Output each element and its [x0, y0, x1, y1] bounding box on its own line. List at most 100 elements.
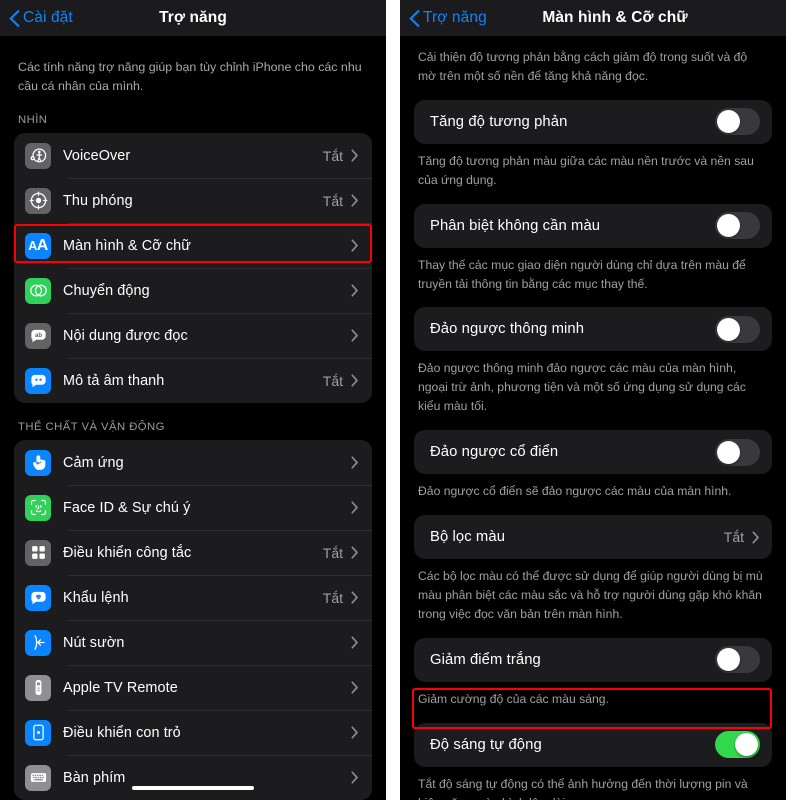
toggle-row-default[interactable]: Đảo ngược cổ điển	[414, 430, 772, 475]
list-item-value: Tắt	[322, 544, 343, 561]
keyboard-icon	[30, 773, 46, 783]
toggle-knob	[717, 214, 740, 238]
audio-description-icon-tile	[25, 367, 51, 394]
row-label: Đảo ngược thông minh	[430, 321, 585, 338]
touch-icon-tile	[25, 449, 51, 476]
chevron-right-icon	[351, 726, 358, 739]
chevron-right-icon	[351, 681, 358, 694]
switch-control-icon	[31, 546, 45, 560]
row-description: Các bộ lọc màu có thể được sử dụng để gi…	[418, 569, 763, 621]
accessibility-intro-text: Các tính năng trợ năng giúp bạn tùy chỉn…	[18, 60, 362, 94]
svg-text:ab: ab	[34, 334, 41, 340]
chevron-left-icon	[9, 9, 20, 27]
touch-icon	[32, 455, 45, 471]
chevron-right-icon	[351, 284, 358, 297]
row-description: Đảo ngược thông minh đảo ngược các màu c…	[418, 361, 746, 414]
back-to-accessibility-button[interactable]: Trợ năng	[409, 9, 487, 27]
settings-card: Cảm ứng Face ID & Sự chú ý Điều khiển công…	[14, 440, 372, 800]
row-label: Đảo ngược cổ điển	[430, 444, 559, 461]
list-item-value: Tắt	[322, 147, 343, 164]
chevron-right-icon	[351, 771, 358, 784]
toggle-row-highlighted[interactable]: Độ sáng tự động	[414, 722, 772, 767]
toggle-knob	[717, 110, 740, 134]
apple-tv-remote-icon	[35, 680, 41, 696]
right-nav-bar: Trợ năng Màn hình & Cỡ chữ	[400, 0, 786, 36]
list-item-default[interactable]: Thu phóng Tắt	[14, 178, 372, 223]
chevron-right-icon	[351, 149, 358, 162]
list-item-default[interactable]: Điều khiển công tắc Tắt	[14, 530, 372, 575]
row-description: Tăng độ tương phản màu giữa các màu nền …	[418, 153, 754, 187]
section-header: NHÌN	[18, 114, 48, 127]
left-nav-bar: Cài đặt Trợ năng	[0, 0, 386, 36]
motion-icon	[29, 285, 47, 297]
row-description: Giảm cường độ của các màu sáng.	[418, 691, 609, 706]
side-button-icon-tile	[25, 629, 51, 656]
back-to-settings-button[interactable]: Cài đặt	[9, 9, 73, 27]
voiceover-icon-tile	[25, 142, 51, 169]
panel-divider	[386, 0, 400, 800]
list-item-label: Nội dung được đọc	[63, 327, 188, 344]
link-row[interactable]: Bộ lọc màu Tắt	[414, 515, 772, 560]
list-item-label: Nút sườn	[63, 634, 125, 651]
list-item-label: Face ID & Sự chú ý	[63, 499, 191, 516]
spoken-content-icon: ab	[30, 330, 46, 343]
list-item-default[interactable]: Điều khiển con trỏ	[14, 710, 372, 755]
top-description: Cải thiện độ tương phản bằng cách giảm đ…	[418, 50, 748, 83]
left-phone-screen: Cài đặt Trợ năng Các tính năng trợ năng …	[0, 0, 386, 800]
toggle-knob	[717, 648, 740, 672]
list-item-default[interactable]: ab Nội dung được đọc	[14, 313, 372, 358]
zoom-icon-tile	[25, 187, 51, 214]
toggle-row-default[interactable]: Giảm điểm trắng	[414, 637, 772, 682]
settings-card: VoiceOver Tắt Thu phóng Tắt AA Màn hình & Cỡ …	[14, 133, 372, 404]
list-item-default[interactable]: Bàn phím	[14, 755, 372, 800]
list-item-label: Apple TV Remote	[63, 679, 178, 696]
list-item-selected[interactable]: AA Màn hình & Cỡ chữ	[14, 223, 372, 268]
toggle-switch-off[interactable]	[715, 438, 760, 466]
pointer-control-icon	[32, 725, 44, 741]
toggle-knob	[717, 440, 740, 464]
list-item-default[interactable]: Mô tả âm thanh Tắt	[14, 358, 372, 403]
list-item-value: Tắt	[322, 589, 343, 606]
toggle-switch-off[interactable]	[715, 108, 760, 136]
right-scroll-area[interactable]: Cải thiện độ tương phản bằng cách giảm đ…	[400, 36, 786, 800]
voice-control-icon	[30, 592, 46, 605]
toggle-row-default[interactable]: Đảo ngược thông minh	[414, 307, 772, 352]
list-item-label: Điều khiển con trỏ	[63, 724, 181, 741]
row-description: Thay thế các mục giao diện người dùng ch…	[418, 257, 746, 291]
toggle-switch-off[interactable]	[715, 646, 760, 674]
list-item-default[interactable]: VoiceOver Tắt	[14, 133, 372, 178]
list-item-label: Điều khiển công tắc	[63, 544, 192, 561]
voiceover-icon	[30, 148, 46, 163]
apple-tv-remote-icon-tile	[25, 674, 51, 701]
list-item-default[interactable]: Cảm ứng	[14, 440, 372, 485]
spoken-content-icon-tile: ab	[25, 322, 51, 349]
list-item-default[interactable]: Apple TV Remote	[14, 665, 372, 710]
toggle-switch-on[interactable]	[715, 731, 760, 759]
chevron-right-icon	[752, 531, 759, 544]
pointer-control-icon-tile	[25, 719, 51, 746]
list-item-default[interactable]: Face ID & Sự chú ý	[14, 485, 372, 530]
toggle-switch-off[interactable]	[715, 212, 760, 240]
audio-description-icon	[30, 375, 46, 388]
chevron-right-icon	[351, 456, 358, 469]
display-text-size-icon-tile: AA	[25, 232, 51, 259]
right-rows-container: Tăng độ tương phản Tăng độ tương phản màu…	[400, 99, 786, 800]
section-header: THỂ CHẤT VÀ VẬN ĐỘNG	[18, 421, 165, 434]
home-indicator	[132, 785, 254, 791]
list-item-value: Tắt	[322, 372, 343, 389]
toggle-switch-off[interactable]	[715, 315, 760, 343]
toggle-row-default[interactable]: Phân biệt không cần màu	[414, 203, 772, 248]
list-item-label: Cảm ứng	[63, 454, 124, 471]
list-item-label: Thu phóng	[63, 192, 133, 209]
list-item-default[interactable]: Khẩu lệnh Tắt	[14, 575, 372, 620]
chevron-right-icon	[351, 194, 358, 207]
toggle-row-default[interactable]: Tăng độ tương phản	[414, 99, 772, 144]
back-label: Cài đặt	[23, 9, 73, 26]
chevron-right-icon	[351, 546, 358, 559]
list-item-default[interactable]: Nút sườn	[14, 620, 372, 665]
list-item-value: Tắt	[322, 192, 343, 209]
list-item-default[interactable]: Chuyển động	[14, 268, 372, 313]
left-scroll-area[interactable]: Các tính năng trợ năng giúp bạn tùy chỉn…	[0, 36, 386, 800]
motion-icon-tile	[25, 277, 51, 304]
side-button-icon	[33, 635, 45, 651]
